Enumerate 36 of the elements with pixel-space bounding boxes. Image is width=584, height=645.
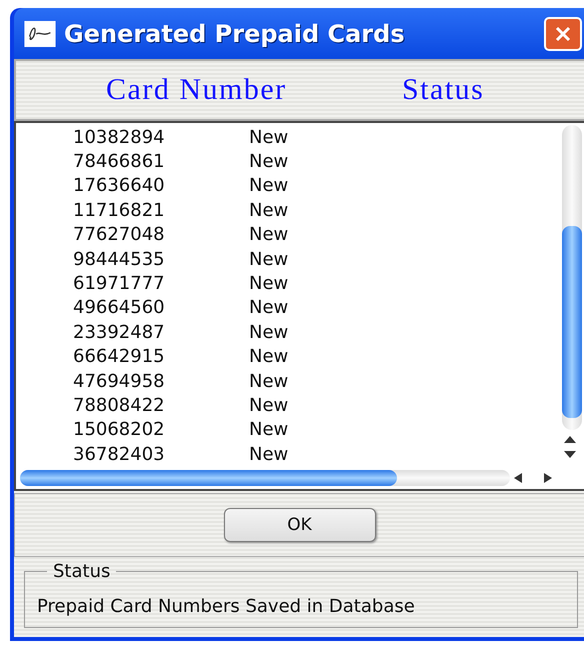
signature-icon	[24, 20, 56, 46]
card-number-cell-text: 77627048	[73, 224, 166, 246]
card-number-cell-text: 78808422	[73, 394, 166, 416]
status-cell: New	[249, 394, 288, 416]
status-cell: New	[249, 322, 288, 343]
ok-button[interactable]: OK	[224, 508, 376, 542]
status-cell: New	[249, 248, 288, 270]
column-header: Card Number	[106, 73, 288, 107]
status-cell: New	[249, 419, 288, 440]
window-title: Generated Prepaid Cards	[64, 20, 406, 48]
status-cell: New	[249, 297, 288, 318]
close-button[interactable]	[544, 16, 582, 50]
status-cell: New	[249, 126, 288, 148]
group-label: Status	[52, 561, 112, 582]
status-cell: New	[249, 224, 288, 246]
status-cell: New	[249, 151, 288, 172]
card-number-cell-text: 61971777	[73, 273, 166, 294]
status-cell: New	[249, 273, 288, 294]
card-number-cell-text: 98444535	[73, 248, 166, 270]
status-cell: New	[249, 200, 288, 221]
card-number-cell-text: 17636640	[73, 175, 166, 196]
card-number-cell-text: 78466861	[73, 151, 166, 172]
card-number-cell-text: 23392487	[73, 322, 166, 343]
card-number-cell-text: 47694958	[73, 370, 166, 392]
status-cell: New	[249, 346, 288, 368]
status-cell: New	[249, 444, 288, 465]
status-message: Prepaid Card Numbers Saved in Database	[37, 596, 415, 617]
status-cell: New	[249, 370, 288, 392]
card-number-cell-text: 11716821	[73, 200, 166, 221]
card-number-cell-text: 66642915	[73, 346, 166, 368]
column-header: Status	[402, 73, 484, 107]
card-number-cell-text: 15068202	[73, 419, 166, 440]
card-number-cell-text: 36782403	[73, 444, 166, 465]
status-cell: New	[249, 175, 288, 196]
card-number-cell-text: 49664560	[73, 297, 166, 318]
card-number-cell-text: 10382894	[73, 126, 166, 148]
